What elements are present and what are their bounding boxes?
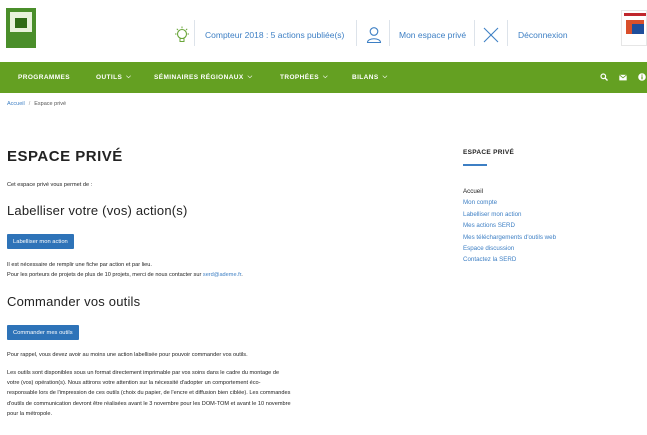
top-header: Compteur 2018 : 5 actions publiée(s) Mon… (0, 0, 647, 62)
order-tools-button[interactable]: Commander mes outils (7, 325, 79, 340)
paragraph-line: votre (vos) opération(s). Nous attirons … (7, 380, 261, 387)
section-heading-label: Labelliser votre (vos) action(s) (7, 203, 188, 218)
label-action-button[interactable]: Labelliser mon action (7, 234, 74, 249)
logout-link[interactable]: Déconnexion (518, 25, 568, 45)
section1-note: Il est nécessaire de remplir une fiche p… (7, 260, 243, 280)
ademe-logo[interactable] (621, 10, 647, 46)
breadcrumb-separator: / (28, 101, 31, 107)
nav-item-label: TROPHÉES (280, 74, 319, 81)
breadcrumb-home-link[interactable]: Accueil (7, 101, 25, 107)
chevron-down-icon: ⌵ (382, 74, 388, 80)
lightbulb-icon (174, 26, 190, 44)
serd-logo[interactable] (6, 8, 36, 48)
header-divider (356, 20, 357, 46)
paragraph-line: d'outils de communication devront être r… (7, 400, 291, 407)
chevron-down-icon: ⌵ (322, 74, 328, 80)
nav-item-programmes[interactable]: PROGRAMMES (18, 62, 70, 93)
user-icon[interactable] (366, 25, 382, 45)
sidebar-divider (463, 164, 487, 166)
paragraph-line: responsable lors de l'impression de ces … (7, 390, 291, 397)
nav-item-label: SÉMINAIRES RÉGIONAUX (154, 74, 244, 81)
logo-band (624, 13, 646, 16)
header-divider (474, 20, 475, 46)
sidebar-item-mon-compte[interactable]: Mon compte (463, 197, 556, 208)
sidebar-menu: Accueil Mon compte Labelliser mon action… (463, 186, 556, 266)
section-heading-order: Commander vos outils (7, 294, 141, 309)
sidebar-item-discussion[interactable]: Espace discussion (463, 243, 556, 254)
header-divider (389, 20, 390, 46)
main-nav: PROGRAMMES OUTILS ⌵ SÉMINAIRES RÉGIONAUX… (0, 62, 647, 93)
nav-item-label: PROGRAMMES (18, 74, 71, 81)
contact-note-end: . (241, 272, 243, 279)
nav-item-trophees[interactable]: TROPHÉES ⌵ (280, 62, 328, 93)
order-reminder: Pour rappel, vous devez avoir au moins u… (7, 352, 248, 358)
private-space-link[interactable]: Mon espace privé (399, 25, 466, 45)
sidebar-item-telechargements[interactable]: Mes téléchargements d'outils web (463, 232, 556, 243)
breadcrumb: Accueil / Espace privé (7, 101, 66, 107)
sidebar-item-mes-actions[interactable]: Mes actions SERD (463, 220, 556, 231)
one-sheet-note: Il est nécessaire de remplir une fiche p… (7, 262, 152, 268)
chevron-down-icon: ⌵ (247, 74, 253, 80)
counter-item (174, 25, 190, 45)
counter-text: Compteur 2018 : 5 actions publiée(s) (205, 30, 345, 40)
close-icon[interactable] (482, 25, 500, 45)
contact-note-text: Pour les porteurs de projets de plus de … (7, 272, 203, 279)
nav-item-bilans[interactable]: BILANS ⌵ (352, 62, 388, 93)
nav-item-label: BILANS (352, 74, 379, 81)
contact-note: Pour les porteurs de projets de plus de … (7, 270, 243, 280)
intro-text: Cet espace privé vous permet de : (7, 182, 93, 188)
header-divider (194, 20, 195, 46)
paragraph-line: pour la métropole. (7, 410, 53, 417)
logo-mark (10, 12, 32, 32)
paragraph-line: Les outils sont disponibles sous un form… (7, 370, 280, 376)
email-link[interactable]: serd@ademe.fr (203, 272, 241, 278)
search-icon[interactable] (600, 71, 608, 83)
info-icon[interactable] (638, 71, 646, 83)
mail-icon[interactable] (619, 71, 627, 83)
nav-item-seminaires[interactable]: SÉMINAIRES RÉGIONAUX ⌵ (154, 62, 253, 93)
sidebar-item-labelliser[interactable]: Labelliser mon action (463, 209, 556, 220)
sidebar-title: ESPACE PRIVÉ (463, 149, 515, 156)
nav-item-outils[interactable]: OUTILS ⌵ (96, 62, 131, 93)
page-title: ESPACE PRIVÉ (7, 148, 123, 165)
sidebar-item-contact[interactable]: Contactez la SERD (463, 254, 556, 265)
sidebar-item-accueil[interactable]: Accueil (463, 186, 556, 197)
logo-mark (632, 24, 644, 34)
header-divider (507, 20, 508, 46)
breadcrumb-current: Espace privé (34, 101, 67, 107)
tools-paragraph: Les outils sont disponibles sous un form… (7, 368, 291, 419)
nav-item-label: OUTILS (96, 74, 123, 81)
chevron-down-icon: ⌵ (126, 74, 132, 80)
